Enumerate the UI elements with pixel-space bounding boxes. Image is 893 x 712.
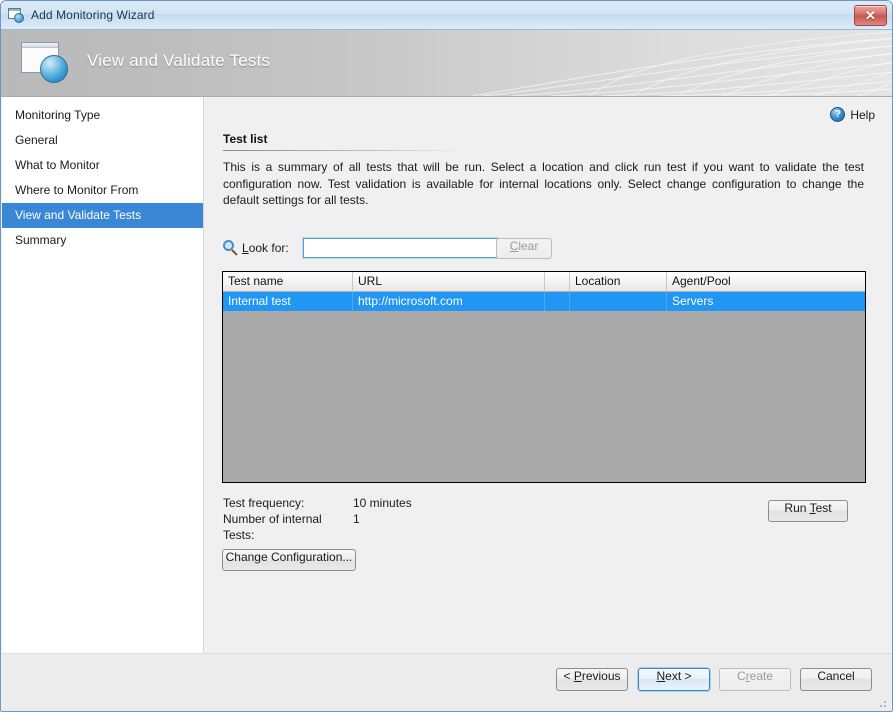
summary-line-internal-tests: Number of internal Tests: 1 (223, 511, 412, 543)
close-button[interactable]: ✕ (854, 5, 887, 26)
run-test-button[interactable]: Run Test (768, 500, 848, 522)
change-configuration-button[interactable]: Change Configuration... (222, 549, 356, 571)
section-divider (223, 150, 463, 151)
close-icon: ✕ (865, 9, 876, 22)
sidebar-item-summary[interactable]: Summary (2, 228, 203, 253)
test-frequency-value: 10 minutes (353, 495, 412, 511)
question-mark-icon: ? (830, 107, 845, 122)
look-for-label-rest: ook for: (249, 241, 289, 255)
look-for-label: Look for: (242, 241, 289, 255)
search-input[interactable] (303, 238, 498, 258)
monitor-sphere-icon (19, 40, 71, 86)
sidebar-item-where-to-monitor-from[interactable]: Where to Monitor From (2, 178, 203, 203)
create-rest: eate (750, 669, 773, 683)
window-sphere-icon (8, 8, 25, 23)
column-header-url[interactable]: URL (353, 272, 545, 291)
cell-blank (545, 292, 570, 311)
cancel-button[interactable]: Cancel (800, 668, 872, 691)
cancel-rest: ancel (826, 669, 855, 683)
look-for-row: Look for: (223, 238, 498, 258)
previous-button[interactable]: < Previous (556, 668, 628, 691)
test-list-header: Test name URL Location Agent/Pool (223, 272, 865, 292)
cell-test-name: Internal test (223, 292, 353, 311)
column-header-test-name[interactable]: Test name (223, 272, 353, 291)
previous-prefix: < (563, 669, 573, 683)
help-link[interactable]: ? Help (830, 107, 875, 122)
sidebar-item-what-to-monitor[interactable]: What to Monitor (2, 153, 203, 178)
change-config-rest: e Configuration... (261, 550, 352, 564)
next-accel: N (656, 669, 665, 683)
content-panel: ? Help Test list This is a summary of al… (204, 97, 893, 653)
window-title: Add Monitoring Wizard (31, 8, 154, 22)
create-prefix: C (737, 669, 746, 683)
next-rest: ext > (665, 669, 691, 683)
title-bar: Add Monitoring Wizard (1, 1, 892, 30)
clear-button[interactable]: Clear (496, 238, 552, 259)
resize-grip[interactable] (876, 697, 888, 709)
clear-label-rest: lear (518, 239, 538, 253)
sidebar-item-monitoring-type[interactable]: Monitoring Type (2, 103, 203, 128)
test-list[interactable]: Test name URL Location Agent/Pool Intern… (222, 271, 866, 483)
run-test-rest: est (816, 501, 832, 515)
wizard-header-banner: View and Validate Tests (1, 30, 892, 97)
internal-tests-label: Number of internal Tests: (223, 511, 353, 543)
column-header-location[interactable]: Location (570, 272, 667, 291)
run-test-prefix: Run (784, 501, 809, 515)
wizard-steps-sidebar: Monitoring Type General What to Monitor … (2, 97, 204, 653)
section-title: Test list (223, 132, 267, 146)
add-monitoring-wizard-window: Add Monitoring Wizard ✕ (0, 0, 893, 712)
help-label: Help (850, 108, 875, 122)
previous-rest: revious (582, 669, 621, 683)
table-row[interactable]: Internal test http://microsoft.com Serve… (223, 292, 865, 311)
next-button[interactable]: Next > (638, 668, 710, 691)
page-title: View and Validate Tests (87, 51, 270, 71)
cell-url: http://microsoft.com (353, 292, 545, 311)
previous-accel: P (574, 669, 582, 683)
internal-tests-value: 1 (353, 511, 360, 543)
change-config-prefix: Chan (226, 550, 255, 564)
section-description: This is a summary of all tests that will… (223, 159, 864, 209)
summary-line-frequency: Test frequency: 10 minutes (223, 495, 412, 511)
cell-location (570, 292, 667, 311)
search-icon (223, 240, 239, 256)
column-header-blank[interactable] (545, 272, 570, 291)
sidebar-item-general[interactable]: General (2, 128, 203, 153)
create-button[interactable]: Create (719, 668, 791, 691)
test-frequency-label: Test frequency: (223, 495, 353, 511)
test-summary: Test frequency: 10 minutes Number of int… (223, 495, 412, 543)
cell-agent-pool: Servers (667, 292, 865, 311)
mesh-graphic (472, 30, 892, 96)
change-config-accel: g (254, 550, 261, 564)
column-header-agent-pool[interactable]: Agent/Pool (667, 272, 865, 291)
wizard-footer: < Previous Next > Create Cancel (2, 653, 891, 711)
sidebar-item-view-and-validate-tests[interactable]: View and Validate Tests (2, 203, 203, 228)
cancel-prefix: C (817, 669, 826, 683)
look-for-accel: L (242, 241, 249, 255)
